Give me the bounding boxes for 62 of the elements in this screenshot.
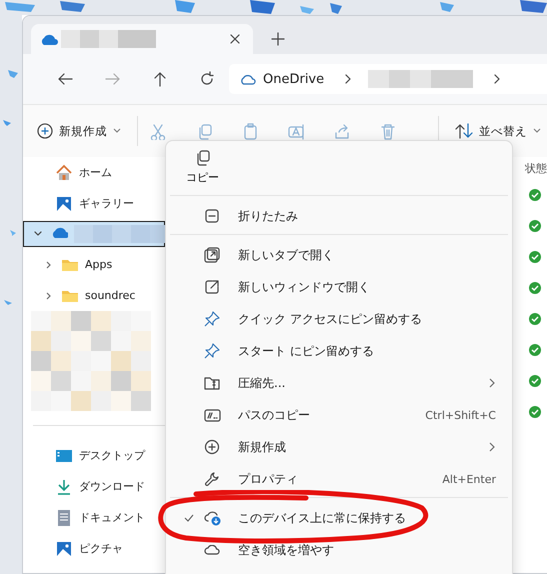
home-icon	[55, 164, 73, 182]
window-tab[interactable]	[31, 24, 253, 54]
rename-icon	[288, 122, 305, 140]
copy-button[interactable]: コピー	[180, 145, 225, 189]
sidebar-item[interactable]: ピクチャ	[23, 533, 165, 564]
menu-item[interactable]: プロパティ Alt+Enter	[166, 463, 512, 495]
cloud-icon	[239, 73, 257, 85]
picture-frame-icon	[55, 194, 73, 212]
column-header[interactable]: 状態	[525, 159, 547, 179]
menu-item[interactable]: 折りたたみ	[166, 200, 512, 232]
sidebar-item[interactable]: ギャラリー	[23, 188, 165, 219]
sidebar-item[interactable]: Apps	[23, 249, 165, 280]
caret-icon	[113, 128, 121, 134]
sidebar-item[interactable]: ダウンロード	[23, 471, 165, 502]
close-icon[interactable]	[229, 33, 241, 45]
chevron-right-icon	[493, 73, 502, 85]
new-tab-icon	[204, 247, 220, 263]
cut-icon	[150, 122, 167, 140]
plus-icon[interactable]	[271, 32, 285, 46]
caret-icon	[533, 128, 541, 134]
address-bar[interactable]: OneDrive	[229, 64, 547, 94]
trash-icon	[380, 122, 397, 140]
sidebar-item[interactable]: ドキュメント	[23, 502, 165, 533]
document-icon	[55, 508, 73, 526]
download-icon	[55, 478, 73, 496]
chevron-right-icon	[344, 73, 352, 85]
new-button[interactable]: 新規作成	[33, 117, 125, 145]
menu-item[interactable]: 新しいウィンドウで開く	[166, 271, 512, 303]
menu-item[interactable]: 新規作成	[166, 431, 512, 463]
path-icon	[204, 407, 221, 423]
cloud-icon	[39, 32, 59, 46]
forward-arrow-icon	[105, 72, 121, 86]
menu-item[interactable]: 圧縮先...	[166, 367, 512, 399]
sidebar-item[interactable]: ホーム	[23, 157, 165, 188]
minus-box-icon	[204, 208, 220, 224]
pin-icon	[204, 311, 220, 327]
breadcrumb-item[interactable]: OneDrive	[263, 72, 324, 86]
zip-folder-icon	[204, 375, 220, 391]
sidebar-item[interactable]: デスクトップ	[23, 440, 165, 471]
picture-frame-icon	[55, 540, 73, 558]
plus-circle-icon	[204, 439, 220, 455]
sort-icon	[455, 123, 473, 139]
wrench-icon	[204, 471, 220, 487]
menu-item[interactable]: パスのコピー Ctrl+Shift+C	[166, 399, 512, 431]
share-icon	[334, 122, 351, 140]
clipboard-icon	[242, 122, 259, 140]
menu-item[interactable]: 新しいタブで開く	[166, 239, 512, 271]
menu-item[interactable]: スタート にピン留めする	[166, 335, 512, 367]
menu-item[interactable]: このデバイス上に常に保持する	[166, 502, 512, 534]
sidebar-item[interactable]: soundrec	[23, 280, 165, 311]
refresh-icon[interactable]	[199, 71, 215, 87]
pin-icon	[204, 343, 220, 359]
cloud-download-icon	[204, 510, 221, 526]
cloud-icon	[204, 545, 221, 555]
up-arrow-icon[interactable]	[153, 71, 167, 87]
sidebar-item[interactable]	[23, 221, 165, 247]
sort-button[interactable]: 並べ替え	[451, 117, 545, 145]
menu-item[interactable]: 空き領域を増やす	[166, 534, 512, 566]
back-arrow-icon[interactable]	[57, 72, 73, 86]
menu-item[interactable]: クイック アクセスにピン留めする	[166, 303, 512, 335]
plus-circle-icon	[37, 123, 53, 139]
open-external-icon	[204, 279, 220, 295]
